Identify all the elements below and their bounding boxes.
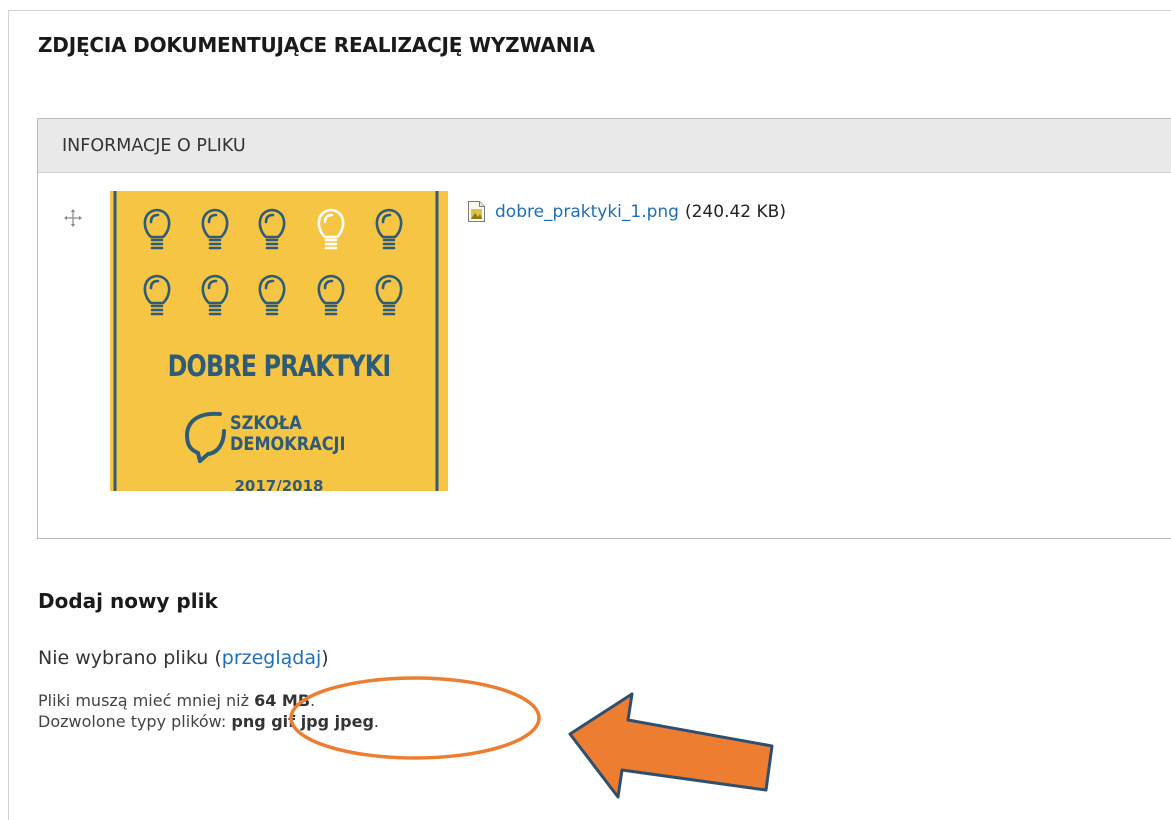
file-thumbnail: DOBRE PRAKTYKI SZKOŁA DEMOKRACJI 2017/20… [110,191,448,491]
size-limit-line: Pliki muszą mieć mniej niż 64 MB. [38,690,379,711]
thumbnail-title: DOBRE PRAKTYKI [167,349,392,383]
allowed-types-line: Dozwolone typy plików: png gif jpg jpeg. [38,711,379,732]
field-title: ZDJĘCIA DOKUMENTUJĄCE REALIZACJĘ WYZWANI… [38,33,595,57]
size-limit-period: . [310,691,316,710]
upload-description: Pliki muszą mieć mniej niż 64 MB. Dozwol… [38,690,379,732]
file-table: INFORMACJE O PLIKU DOBRE PRAKTYKI SZKOŁA… [37,118,1171,539]
allowed-types-value: png gif jpg jpeg [231,712,374,731]
image-file-icon [468,201,485,222]
allowed-types-label: Dozwolone typy plików: [38,712,232,731]
file-name-link[interactable]: dobre_praktyki_1.png [495,202,679,222]
add-file-title: Dodaj nowy plik [38,589,218,613]
allowed-types-period: . [373,712,379,731]
thumbnail-logo-line1: SZKOŁA [230,412,302,434]
table-header: INFORMACJE O PLIKU [38,119,1171,173]
speech-bubble-logo-icon [185,411,226,463]
file-status-close: ) [321,647,329,669]
thumbnail-logo-line2: DEMOKRACJI [230,433,346,455]
thumbnail-years: 2017/2018 [234,477,324,491]
size-limit-label: Pliki muszą mieć mniej niż [38,691,255,710]
file-size: (240.42 KB) [684,201,786,222]
drag-handle-icon[interactable] [64,209,82,227]
file-status-text: Nie wybrano pliku ( [38,647,222,669]
size-limit-value: 64 MB [254,691,311,710]
file-info: dobre_praktyki_1.png (240.42 KB) [468,201,786,222]
file-status: Nie wybrano pliku (przeglądaj) [38,647,329,669]
browse-link[interactable]: przeglądaj [222,647,322,669]
